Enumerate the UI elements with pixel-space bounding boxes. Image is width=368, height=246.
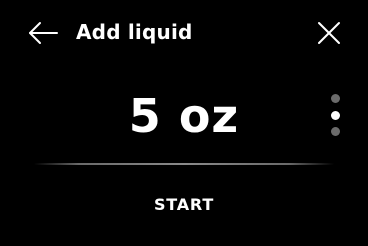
page-indicator[interactable] [330, 94, 342, 138]
page-dot-2-active [331, 111, 340, 120]
back-button[interactable] [26, 18, 62, 48]
header-bar: Add liquid [0, 0, 368, 64]
page-title: Add liquid [76, 20, 193, 44]
divider [34, 163, 334, 165]
page-dot-3 [331, 127, 340, 136]
close-button[interactable] [314, 18, 344, 48]
liquid-amount-value[interactable]: 5 oz [0, 86, 368, 146]
close-icon [318, 22, 340, 44]
add-liquid-screen: Add liquid 5 oz START [0, 0, 368, 246]
arrow-left-icon [29, 22, 58, 44]
page-dot-1 [331, 94, 340, 103]
start-button[interactable]: START [84, 180, 284, 230]
